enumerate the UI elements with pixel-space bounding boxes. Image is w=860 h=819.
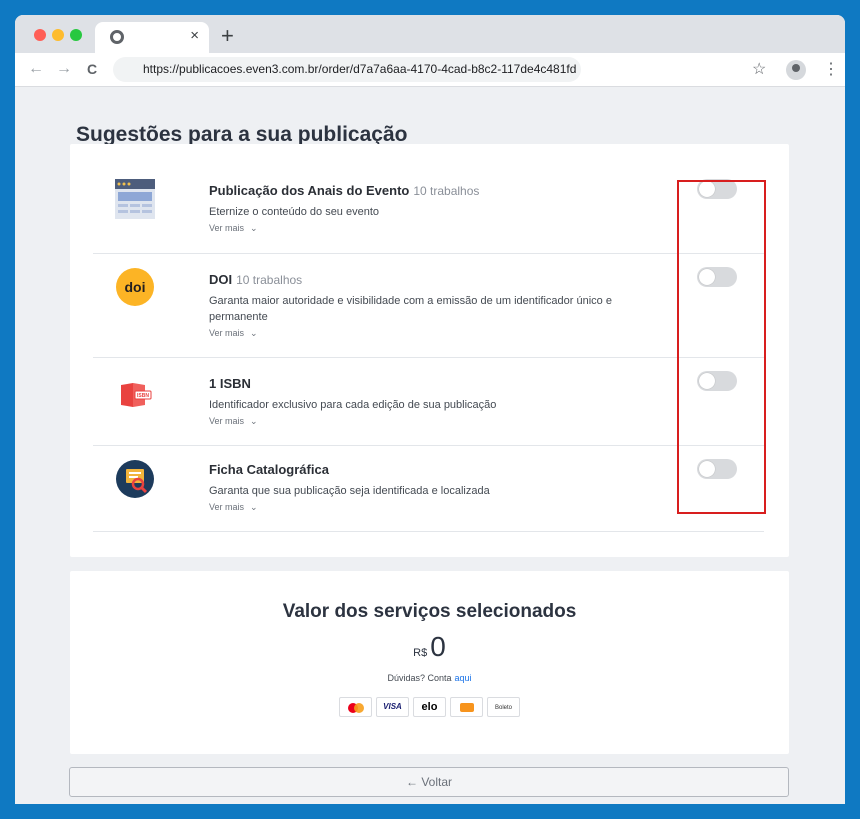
minimize-window-button[interactable] bbox=[52, 29, 64, 41]
help-label: Dúvidas? Conta bbox=[387, 673, 452, 683]
total-value: 0 bbox=[430, 631, 446, 662]
proceedings-icon bbox=[115, 179, 155, 219]
new-tab-button[interactable]: + bbox=[221, 23, 234, 49]
bookmark-star-icon[interactable]: ☆ bbox=[752, 59, 766, 79]
elo-icon: elo bbox=[413, 697, 446, 717]
see-more-label: Ver mais bbox=[209, 502, 245, 512]
suggestion-title: Ficha Catalográfica bbox=[209, 462, 629, 477]
see-more-link[interactable]: Ver mais ⌄ bbox=[209, 416, 629, 427]
profile-avatar-icon[interactable] bbox=[786, 60, 806, 80]
payment-methods: VISA elo Boleto bbox=[70, 697, 789, 717]
chevron-down-icon: ⌄ bbox=[250, 416, 258, 426]
mastercard-icon bbox=[339, 697, 372, 717]
chevron-down-icon: ⌄ bbox=[250, 223, 258, 233]
close-tab-icon[interactable]: × bbox=[190, 27, 199, 44]
page-content: Sugestões para a sua publicação Publicaç… bbox=[15, 87, 845, 804]
see-more-link[interactable]: Ver mais ⌄ bbox=[209, 223, 629, 234]
isbn-book-icon: ISBN bbox=[115, 375, 155, 415]
boleto-label: Boleto bbox=[494, 705, 512, 711]
catalog-card-icon bbox=[115, 459, 155, 499]
total-title: Valor dos serviços selecionados bbox=[282, 601, 577, 622]
browser-toolbar: ← → C https://publicacoes.even3.com.br/o… bbox=[15, 53, 845, 87]
chrome-icon bbox=[110, 30, 124, 44]
suggestion-text: Ficha Catalográfica Garanta que sua publ… bbox=[209, 462, 629, 513]
suggestion-description: Garanta maior autoridade e visibilidade … bbox=[209, 295, 612, 323]
see-more-link[interactable]: Ver mais ⌄ bbox=[209, 328, 629, 339]
help-text: Dúvidas? Conta aqui bbox=[70, 673, 789, 683]
suggestion-title: DOI 10 trabalhos bbox=[209, 272, 629, 287]
suggestion-text: DOI 10 trabalhos Garanta maior autoridade… bbox=[209, 272, 629, 339]
chevron-down-icon: ⌄ bbox=[250, 502, 258, 512]
isbn-logo-text: ISBN bbox=[137, 393, 149, 399]
tab-strip: × + bbox=[15, 15, 845, 53]
reload-icon[interactable]: C bbox=[87, 61, 97, 77]
doi-logo-text: doi bbox=[125, 279, 146, 295]
suggestion-row-anais: Publicação dos Anais do Evento 10 trabalh… bbox=[93, 144, 764, 254]
total-card: Valor dos serviços selecionados R$ 0 Dúvi… bbox=[70, 571, 789, 754]
chevron-down-icon: ⌄ bbox=[250, 328, 258, 338]
back-button[interactable]: ← Voltar bbox=[69, 767, 789, 797]
currency-symbol: R$ bbox=[413, 647, 428, 659]
visa-icon: VISA bbox=[376, 697, 409, 717]
suggestion-description: Garanta que sua publicação seja identifi… bbox=[209, 485, 490, 497]
suggestion-description: Identificador exclusivo para cada edição… bbox=[209, 399, 497, 411]
see-more-label: Ver mais bbox=[209, 223, 245, 233]
suggestion-title-text: 1 ISBN bbox=[209, 376, 251, 391]
maximize-window-button[interactable] bbox=[70, 29, 82, 41]
suggestion-title-text: DOI bbox=[209, 272, 233, 287]
suggestion-count: 10 trabalhos bbox=[236, 273, 303, 287]
close-window-button[interactable] bbox=[34, 29, 46, 41]
back-arrow-icon[interactable]: ← bbox=[28, 60, 44, 78]
see-more-label: Ver mais bbox=[209, 328, 245, 338]
browser-window: × + ← → C https://publicacoes.even3.com.… bbox=[15, 15, 845, 804]
see-more-label: Ver mais bbox=[209, 416, 245, 426]
suggestion-row-ficha: Ficha Catalográfica Garanta que sua publ… bbox=[93, 446, 764, 532]
doi-icon: doi bbox=[115, 267, 155, 307]
suggestion-title: 1 ISBN bbox=[209, 376, 629, 391]
highlight-box bbox=[677, 180, 766, 514]
forward-arrow-icon[interactable]: → bbox=[56, 60, 72, 78]
suggestion-text: 1 ISBN Identificador exclusivo para cada… bbox=[209, 376, 629, 427]
see-more-link[interactable]: Ver mais ⌄ bbox=[209, 502, 629, 513]
suggestion-row-doi: doi DOI 10 trabalhos Garanta maior autori… bbox=[93, 254, 764, 358]
help-link[interactable]: aqui bbox=[455, 673, 472, 683]
suggestion-title-text: Ficha Catalográfica bbox=[209, 462, 329, 477]
suggestion-description: Eternize o conteúdo do seu evento bbox=[209, 206, 380, 218]
boleto-icon: Boleto bbox=[487, 697, 520, 717]
browser-tab[interactable]: × bbox=[95, 22, 209, 53]
suggestion-text: Publicação dos Anais do Evento 10 trabalh… bbox=[209, 183, 629, 234]
hipercard-icon bbox=[450, 697, 483, 717]
address-bar[interactable]: https://publicacoes.even3.com.br/order/d… bbox=[113, 57, 581, 82]
suggestion-title-text: Publicação dos Anais do Evento bbox=[209, 183, 410, 198]
browser-menu-icon[interactable]: ⋮ bbox=[823, 59, 839, 79]
suggestion-title: Publicação dos Anais do Evento 10 trabalh… bbox=[209, 183, 629, 198]
total-price: R$ 0 bbox=[70, 631, 789, 663]
suggestion-count: 10 trabalhos bbox=[413, 184, 480, 198]
suggestion-row-isbn: ISBN 1 ISBN Identificador exclusivo para… bbox=[93, 358, 764, 446]
